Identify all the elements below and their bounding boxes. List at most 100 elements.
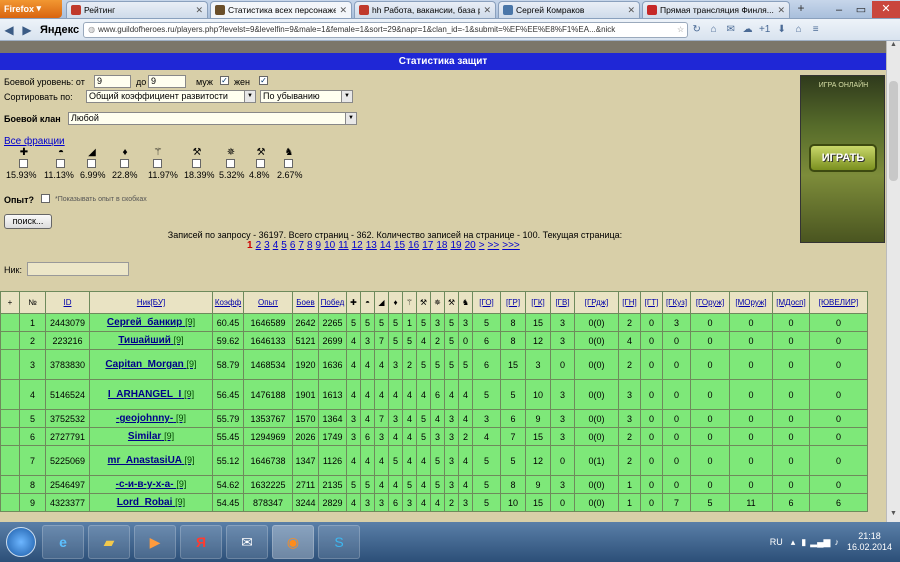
order-select[interactable]: По убыванию ▼ — [260, 90, 353, 103]
browser-tab[interactable]: Прямая трансляция Финля... ✕ — [642, 1, 790, 18]
row-expand-cell[interactable] — [0, 493, 20, 512]
tab-close-icon[interactable]: ✕ — [627, 5, 635, 16]
tab-close-icon[interactable]: ✕ — [483, 5, 491, 16]
forward-arrow-icon[interactable]: ▶ — [18, 23, 36, 37]
player-nick-link[interactable]: -с-и-в-у-х-а- — [116, 479, 174, 490]
back-arrow-icon[interactable]: ◀ — [0, 23, 18, 37]
scroll-down-icon[interactable]: ▼ — [887, 510, 900, 522]
page-link[interactable]: 16 — [408, 240, 419, 251]
page-link[interactable]: 1 — [247, 240, 253, 251]
page-link[interactable]: 18 — [436, 240, 447, 251]
media-player-icon[interactable]: ▶ — [134, 525, 176, 559]
scroll-up-icon[interactable]: ▲ — [887, 41, 900, 53]
column-header[interactable]: [ГТ] — [640, 291, 663, 314]
player-nick-cell[interactable]: Тишайший [9] — [89, 331, 213, 350]
column-header[interactable]: ◢ — [374, 291, 389, 314]
faction-checkbox[interactable] — [56, 159, 65, 168]
faction-checkbox[interactable] — [87, 159, 96, 168]
house-icon[interactable]: ⌂ — [790, 24, 807, 35]
page-link[interactable]: 6 — [290, 240, 296, 251]
scrollbar-thumb[interactable] — [889, 81, 898, 181]
ie-icon[interactable]: e — [42, 525, 84, 559]
column-header[interactable]: ✵ — [430, 291, 445, 314]
address-bar[interactable]: ◍ www.guildofheroes.ru/players.php?level… — [83, 21, 689, 38]
column-header[interactable]: [ГН] — [618, 291, 641, 314]
mail-app-icon[interactable]: ✉ — [226, 525, 268, 559]
browser-tab[interactable]: Сергей Комраков ✕ — [498, 1, 640, 18]
column-header[interactable]: [ЮВЕЛИР] — [809, 291, 868, 314]
mail-icon[interactable]: ✉ — [722, 24, 739, 35]
minimize-icon[interactable]: – — [828, 4, 850, 16]
tray-arrow-icon[interactable]: ▴ — [791, 537, 796, 548]
player-nick-link[interactable]: Capitan_Morgan — [105, 359, 183, 370]
column-header[interactable]: [ГРдж] — [574, 291, 619, 314]
column-header[interactable]: Ник[БУ] — [89, 291, 213, 314]
firefox-taskbar-icon[interactable]: ◉ — [272, 525, 314, 559]
skype-icon[interactable]: S — [318, 525, 360, 559]
faction-checkbox[interactable] — [284, 159, 293, 168]
column-header[interactable]: ⚒ — [444, 291, 459, 314]
player-nick-link[interactable]: mr_AnastasiUA — [108, 455, 182, 466]
player-nick-cell[interactable]: Similar [9] — [89, 427, 213, 446]
page-link[interactable]: >> — [488, 240, 500, 251]
column-header[interactable]: ⚚ — [402, 291, 417, 314]
volume-icon[interactable]: ♪ — [834, 537, 839, 547]
column-header[interactable]: ◓ — [360, 291, 375, 314]
faction-checkbox[interactable] — [19, 159, 28, 168]
refresh-icon[interactable]: ↻ — [688, 24, 705, 35]
column-header[interactable]: ♦ — [388, 291, 403, 314]
row-expand-cell[interactable] — [0, 313, 20, 332]
firefox-menu-button[interactable]: Firefox ▾ — [0, 0, 62, 18]
page-link[interactable]: 20 — [465, 240, 476, 251]
level-from-input[interactable]: 9 — [94, 75, 131, 88]
column-header[interactable]: ♞ — [458, 291, 473, 314]
page-link[interactable]: 8 — [307, 240, 313, 251]
level-to-input[interactable]: 9 — [148, 75, 186, 88]
male-checkbox[interactable]: ✓ — [220, 76, 229, 85]
explorer-folder-icon[interactable]: ▰ — [88, 525, 130, 559]
player-nick-link[interactable]: -geojohnny- — [116, 413, 173, 424]
column-header[interactable]: ID — [45, 291, 90, 314]
browser-tab[interactable]: hh Работа, вакансии, база рез...✕ — [354, 1, 496, 18]
yandex-icon[interactable]: Я — [180, 525, 222, 559]
column-header[interactable]: [ГВ] — [550, 291, 575, 314]
page-link[interactable]: 17 — [422, 240, 433, 251]
column-header[interactable]: ✚ — [346, 291, 361, 314]
play-button[interactable]: ИГРАТЬ — [809, 144, 877, 172]
row-expand-cell[interactable] — [0, 379, 20, 410]
player-nick-link[interactable]: I_ARHANGEL_I — [108, 389, 181, 400]
row-expand-cell[interactable] — [0, 409, 20, 428]
page-link[interactable]: 2 — [256, 240, 262, 251]
column-header[interactable]: Побед — [318, 291, 347, 314]
player-nick-link[interactable]: Lord_Robai — [117, 497, 173, 508]
tab-close-icon[interactable]: ✕ — [195, 5, 203, 16]
plus-one-icon[interactable]: +1 — [756, 24, 773, 35]
column-header[interactable]: Боев — [292, 291, 319, 314]
column-header[interactable]: Коэфф — [212, 291, 244, 314]
tab-close-icon[interactable]: ✕ — [339, 5, 347, 16]
page-link[interactable]: 12 — [352, 240, 363, 251]
faction-checkbox[interactable] — [192, 159, 201, 168]
clock[interactable]: 21:18 16.02.2014 — [847, 531, 892, 553]
column-header[interactable]: Опыт — [243, 291, 293, 314]
yandex-logo[interactable]: Яндекс — [40, 24, 79, 36]
maximize-icon[interactable]: ▭ — [850, 3, 872, 16]
vertical-scrollbar[interactable]: ▲ ▼ — [886, 41, 900, 522]
language-indicator[interactable]: RU — [770, 537, 783, 547]
start-button[interactable] — [6, 527, 36, 557]
page-link[interactable]: >>> — [502, 240, 520, 251]
player-nick-link[interactable]: Similar — [128, 431, 161, 442]
faction-checkbox[interactable] — [120, 159, 129, 168]
page-link[interactable]: 13 — [366, 240, 377, 251]
new-tab-button[interactable]: + — [794, 1, 808, 18]
clan-select[interactable]: Любой ▼ — [68, 112, 357, 125]
column-header[interactable]: [МДосп] — [772, 291, 810, 314]
page-link[interactable]: 19 — [450, 240, 461, 251]
menu-icon[interactable]: ≡ — [807, 24, 824, 35]
page-link[interactable]: 7 — [298, 240, 304, 251]
nick-input[interactable] — [27, 262, 129, 276]
browser-tab[interactable]: Статистика всех персонаже... ✕ — [210, 1, 352, 18]
game-ad-banner[interactable]: ИГРА ОНЛАЙН ИГРАТЬ — [800, 75, 885, 243]
column-header[interactable]: [ГК] — [525, 291, 551, 314]
download-icon[interactable]: ⬇ — [773, 24, 790, 35]
